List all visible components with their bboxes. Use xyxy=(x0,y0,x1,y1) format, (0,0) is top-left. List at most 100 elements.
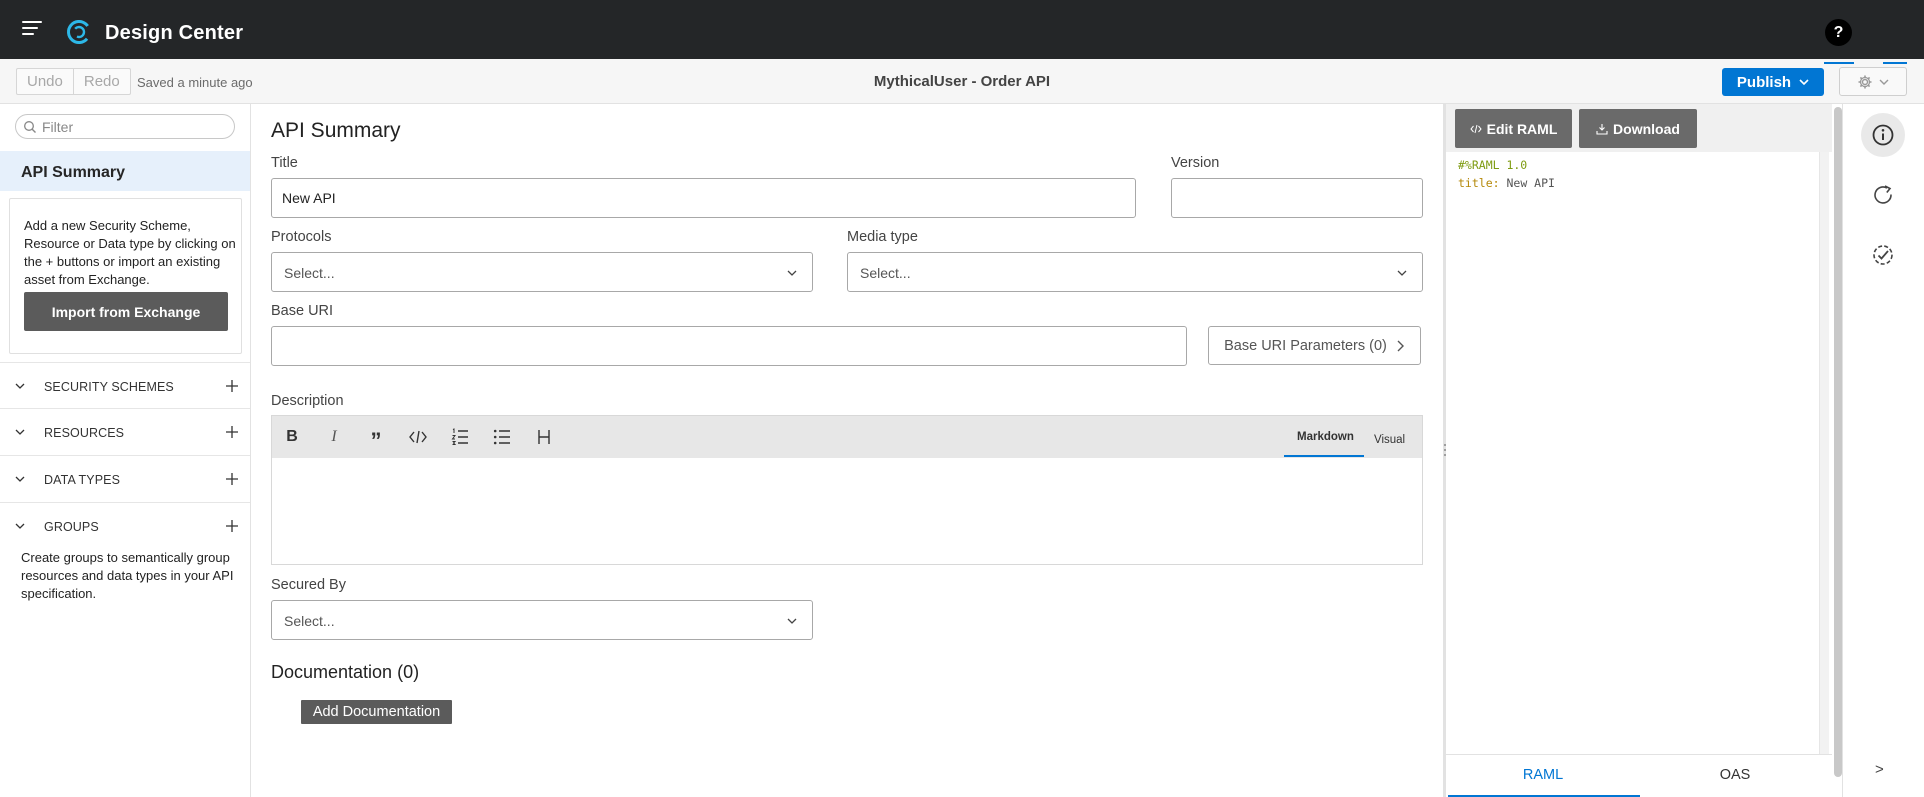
page-title: API Summary xyxy=(271,119,401,142)
settings-button[interactable] xyxy=(1839,67,1907,96)
protocols-value: Select... xyxy=(284,265,335,281)
tab-oas[interactable]: OAS xyxy=(1640,767,1830,783)
description-editor[interactable]: B I ” Markdown Visual xyxy=(271,415,1423,565)
chevron-down-icon xyxy=(1799,79,1809,86)
chevron-down-icon[interactable] xyxy=(14,380,26,392)
base-uri-label: Base URI xyxy=(271,303,334,319)
download-icon xyxy=(1596,123,1608,135)
info-card: Add a new Security Scheme, Resource or D… xyxy=(9,198,242,354)
raml-code-view[interactable]: #%RAML 1.0 title: New API xyxy=(1458,156,1555,192)
secured-by-label: Secured By xyxy=(271,577,346,593)
numbered-list-icon[interactable] xyxy=(451,428,469,446)
publish-button[interactable]: Publish xyxy=(1722,68,1824,96)
bullet-list-icon[interactable] xyxy=(493,428,511,446)
collapse-panel-button[interactable]: > xyxy=(1875,761,1884,778)
plus-icon[interactable] xyxy=(225,519,239,533)
active-tab-indicator xyxy=(1284,455,1364,457)
top-navigation-bar: Design Center ? xyxy=(0,0,1924,59)
chevron-down-icon[interactable] xyxy=(14,426,26,438)
main-content: API Summary Title Version Protocols Sele… xyxy=(252,104,1444,797)
section-label: DATA TYPES xyxy=(44,473,121,487)
validation-icon xyxy=(1873,245,1893,265)
italic-icon[interactable]: I xyxy=(325,428,343,446)
section-label: RESOURCES xyxy=(44,426,125,440)
panel-scrollbar[interactable] xyxy=(1834,107,1842,777)
gear-icon xyxy=(1858,75,1872,88)
tab-raml[interactable]: RAML xyxy=(1448,767,1638,783)
editor-toolbar-bar: Undo Redo Saved a minute ago MythicalUse… xyxy=(0,59,1924,104)
edit-raml-button[interactable]: Edit RAML xyxy=(1455,109,1572,148)
search-icon xyxy=(24,121,36,133)
project-title: MythicalUser - Order API xyxy=(873,73,1051,90)
download-label: Download xyxy=(1613,120,1680,137)
heading-icon[interactable] xyxy=(535,428,553,446)
accent-line xyxy=(1824,62,1854,64)
chevron-down-icon xyxy=(787,618,797,624)
quote-icon[interactable]: ” xyxy=(367,428,385,452)
edit-raml-label: Edit RAML xyxy=(1486,120,1558,137)
info-button[interactable] xyxy=(1861,113,1905,157)
sidebar-section-resources[interactable]: RESOURCES xyxy=(0,408,250,454)
secured-by-select[interactable]: Select... xyxy=(271,600,813,640)
redo-button[interactable]: Redo xyxy=(72,69,130,94)
version-input[interactable] xyxy=(1171,178,1423,218)
secured-by-value: Select... xyxy=(284,613,335,629)
title-input[interactable] xyxy=(271,178,1136,218)
publish-label: Publish xyxy=(1736,73,1792,91)
plus-icon[interactable] xyxy=(225,472,239,486)
base-uri-input[interactable] xyxy=(271,326,1187,366)
code-keyword: title: xyxy=(1458,176,1500,190)
section-label: GROUPS xyxy=(44,520,99,534)
editor-toolbar: B I ” Markdown Visual xyxy=(272,416,1422,458)
section-label: SECURITY SCHEMES xyxy=(44,380,174,394)
chevron-down-icon[interactable] xyxy=(14,473,26,485)
undo-button[interactable]: Undo xyxy=(17,69,73,94)
tab-visual[interactable]: Visual xyxy=(1374,434,1405,446)
code-line: #%RAML 1.0 xyxy=(1458,156,1555,174)
protocols-label: Protocols xyxy=(271,229,332,245)
icon-rail: > xyxy=(1842,104,1924,797)
import-from-exchange-button[interactable]: Import from Exchange xyxy=(24,292,228,331)
raml-toolbar: Edit RAML Download xyxy=(1446,104,1832,152)
groups-note: Create groups to semantically group reso… xyxy=(21,550,234,601)
sidebar-section-security-schemes[interactable]: SECURITY SCHEMES xyxy=(0,362,250,408)
description-label: Description xyxy=(271,393,344,409)
chevron-down-icon xyxy=(1879,79,1889,85)
version-label: Version xyxy=(1171,155,1220,171)
code-scrollbar[interactable] xyxy=(1819,152,1829,758)
code-value: New API xyxy=(1506,176,1555,190)
undo-redo-group: Undo Redo xyxy=(16,68,131,95)
mulesoft-logo-icon xyxy=(67,20,91,44)
sidebar-section-groups[interactable]: GROUPS xyxy=(0,502,250,548)
plus-icon[interactable] xyxy=(225,425,239,439)
title-label: Title xyxy=(271,155,298,171)
download-button[interactable]: Download xyxy=(1579,109,1697,148)
app-title: Design Center xyxy=(105,22,244,44)
sidebar-item-api-summary[interactable]: API Summary xyxy=(0,151,250,191)
media-type-select[interactable]: Select... xyxy=(847,252,1423,292)
tab-markdown[interactable]: Markdown xyxy=(1297,431,1354,443)
code-icon[interactable] xyxy=(409,428,427,446)
protocols-select[interactable]: Select... xyxy=(271,252,813,292)
raml-oas-tabs: RAML OAS xyxy=(1446,754,1832,797)
chevron-down-icon xyxy=(787,270,797,276)
hamburger-menu-icon[interactable] xyxy=(22,21,42,37)
info-icon xyxy=(1872,124,1894,146)
raml-panel: Edit RAML Download #%RAML 1.0 title: New… xyxy=(1446,104,1842,797)
add-documentation-button[interactable]: Add Documentation xyxy=(301,700,452,724)
base-uri-parameters-label: Base URI Parameters (0) xyxy=(1224,337,1387,354)
filter-field[interactable] xyxy=(15,114,235,139)
chevron-down-icon xyxy=(1397,270,1407,276)
bold-icon[interactable]: B xyxy=(283,428,301,446)
plus-icon[interactable] xyxy=(225,379,239,393)
base-uri-parameters-button[interactable]: Base URI Parameters (0) xyxy=(1208,326,1421,365)
sidebar-section-data-types[interactable]: DATA TYPES xyxy=(0,455,250,501)
validation-button[interactable] xyxy=(1861,233,1905,277)
code-line: title: New API xyxy=(1458,174,1555,192)
media-type-label: Media type xyxy=(847,229,918,245)
help-button[interactable]: ? xyxy=(1825,19,1852,46)
chevron-down-icon[interactable] xyxy=(14,520,26,532)
filter-input[interactable] xyxy=(42,118,227,136)
share-button[interactable] xyxy=(1861,173,1905,217)
code-icon xyxy=(1469,124,1482,133)
